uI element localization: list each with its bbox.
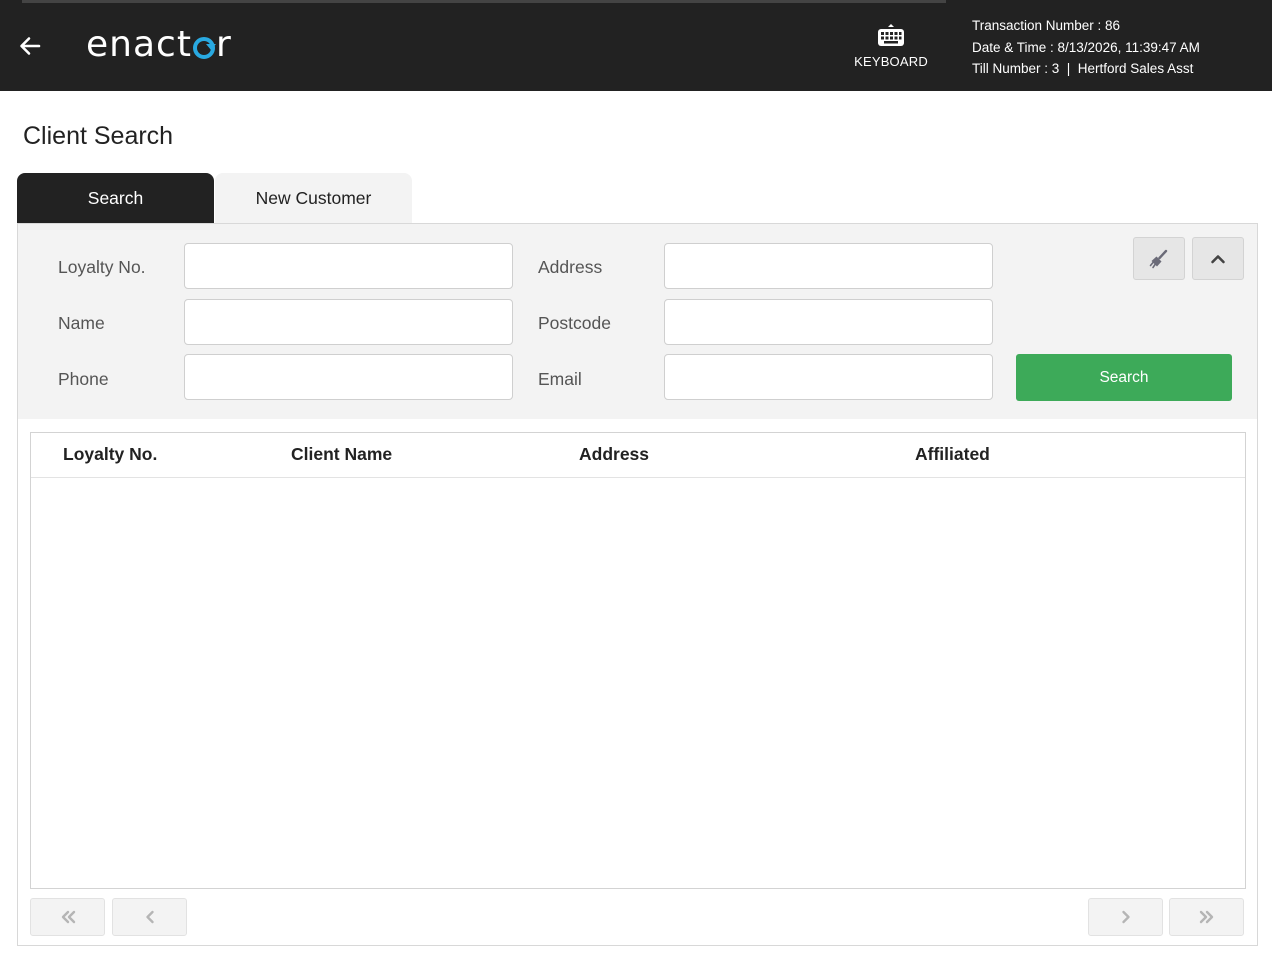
results-table: Loyalty No. Client Name Address Affiliat… <box>30 432 1246 889</box>
date-time: Date & Time : 8/13/2026, 11:39:47 AM <box>972 39 1200 55</box>
column-address[interactable]: Address <box>579 444 649 465</box>
chevron-up-icon <box>1211 254 1225 263</box>
broom-icon <box>1149 249 1168 268</box>
last-page-button[interactable] <box>1169 898 1244 936</box>
next-page-button[interactable] <box>1088 898 1163 936</box>
collapse-button[interactable] <box>1192 237 1244 280</box>
chevron-left-icon <box>145 910 154 924</box>
column-affiliated[interactable]: Affiliated <box>915 444 990 465</box>
postcode-label: Postcode <box>538 313 611 333</box>
keyboard-button[interactable]: KEYBOARD <box>850 22 932 84</box>
name-label: Name <box>58 313 105 333</box>
keyboard-label: KEYBOARD <box>854 54 928 69</box>
email-label: Email <box>538 369 582 389</box>
top-header-bar: enact r KEYBOARD Transaction Number : 86 … <box>0 0 1272 91</box>
email-input[interactable] <box>664 354 993 400</box>
tab-search[interactable]: Search <box>17 173 214 223</box>
clear-form-button[interactable] <box>1133 237 1185 280</box>
postcode-input[interactable] <box>664 299 993 345</box>
transaction-number: Transaction Number : 86 <box>972 18 1121 33</box>
tab-new-customer[interactable]: New Customer <box>215 173 412 223</box>
enactor-logo: enact r <box>86 22 232 68</box>
loyalty-input[interactable] <box>184 243 513 289</box>
double-chevron-left-icon <box>61 910 75 924</box>
table-header: Loyalty No. Client Name Address Affiliat… <box>31 433 1245 478</box>
column-loyalty-no[interactable]: Loyalty No. <box>63 444 157 465</box>
chevron-right-icon <box>1121 910 1130 924</box>
search-button[interactable]: Search <box>1016 354 1232 401</box>
address-label: Address <box>538 257 603 277</box>
logo-text-right: r <box>215 24 232 65</box>
table-body <box>31 479 1245 889</box>
first-page-button[interactable] <box>30 898 105 936</box>
name-input[interactable] <box>184 299 513 345</box>
transaction-info: Transaction Number : 86 Date & Time : 8/… <box>972 15 1200 80</box>
page-title: Client Search <box>23 122 174 150</box>
keyboard-icon <box>878 24 904 46</box>
logo-text-left: enact <box>86 24 192 65</box>
phone-label: Phone <box>58 369 109 389</box>
arrow-left-icon <box>20 37 41 55</box>
till-info: Till Number : 3 | Hertford Sales Asst <box>972 61 1194 76</box>
phone-input[interactable] <box>184 354 513 400</box>
header-top-line <box>22 0 946 3</box>
prev-page-button[interactable] <box>112 898 187 936</box>
loyalty-label: Loyalty No. <box>58 257 146 277</box>
logo-accent-icon <box>192 37 216 59</box>
column-client-name[interactable]: Client Name <box>291 444 392 465</box>
address-input[interactable] <box>664 243 993 289</box>
back-button[interactable] <box>14 30 46 62</box>
double-chevron-right-icon <box>1199 910 1213 924</box>
